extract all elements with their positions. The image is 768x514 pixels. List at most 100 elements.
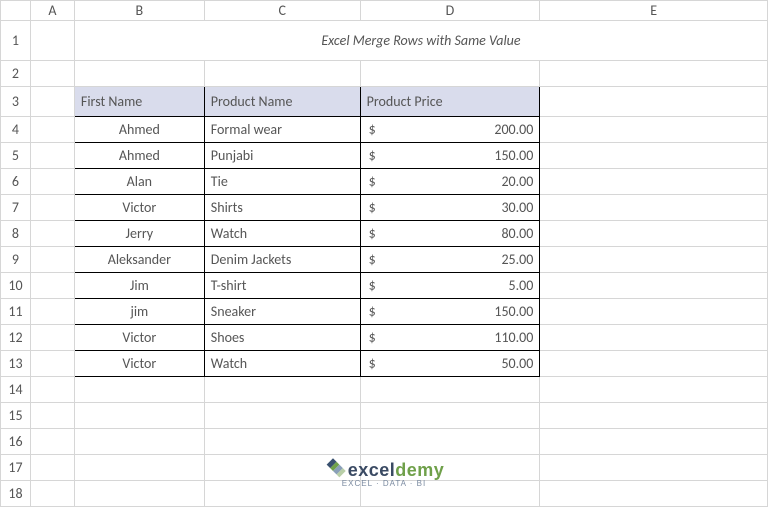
- cell-D17[interactable]: [360, 455, 540, 481]
- cell-E15[interactable]: [540, 403, 768, 429]
- cell-A1[interactable]: [30, 21, 74, 61]
- header-product-price[interactable]: Product Price: [360, 87, 540, 117]
- cell-E8[interactable]: [540, 221, 768, 247]
- cell-product-name[interactable]: Watch: [204, 221, 360, 247]
- cell-A8[interactable]: [30, 221, 74, 247]
- cell-E6[interactable]: [540, 169, 768, 195]
- row-header-16[interactable]: 16: [1, 429, 31, 455]
- cell-product-price[interactable]: $110.00: [360, 325, 540, 351]
- cell-A3[interactable]: [30, 87, 74, 117]
- cell-product-price[interactable]: $5.00: [360, 273, 540, 299]
- row-header-3[interactable]: 3: [1, 87, 31, 117]
- cell-C14[interactable]: [204, 377, 360, 403]
- cell-A16[interactable]: [30, 429, 74, 455]
- row-header-13[interactable]: 13: [1, 351, 31, 377]
- cell-A18[interactable]: [30, 481, 74, 507]
- col-header-E[interactable]: E: [540, 1, 768, 21]
- cell-A13[interactable]: [30, 351, 74, 377]
- row-header-10[interactable]: 10: [1, 273, 31, 299]
- cell-product-name[interactable]: Shirts: [204, 195, 360, 221]
- spreadsheet-grid[interactable]: A B C D E 1 Excel Merge Rows with Same V…: [0, 0, 768, 507]
- cell-D16[interactable]: [360, 429, 540, 455]
- row-header-14[interactable]: 14: [1, 377, 31, 403]
- cell-first-name[interactable]: Alan: [74, 169, 204, 195]
- cell-E5[interactable]: [540, 143, 768, 169]
- select-all-corner[interactable]: [1, 1, 31, 21]
- cell-E18[interactable]: [540, 481, 768, 507]
- cell-first-name[interactable]: Ahmed: [74, 117, 204, 143]
- cell-product-price[interactable]: $25.00: [360, 247, 540, 273]
- col-header-D[interactable]: D: [360, 1, 540, 21]
- cell-A7[interactable]: [30, 195, 74, 221]
- cell-A6[interactable]: [30, 169, 74, 195]
- cell-first-name[interactable]: Victor: [74, 195, 204, 221]
- cell-A11[interactable]: [30, 299, 74, 325]
- cell-C2[interactable]: [204, 61, 360, 87]
- cell-A2[interactable]: [30, 61, 74, 87]
- cell-product-name[interactable]: Denim Jackets: [204, 247, 360, 273]
- cell-E10[interactable]: [540, 273, 768, 299]
- cell-first-name[interactable]: Jim: [74, 273, 204, 299]
- row-header-17[interactable]: 17: [1, 455, 31, 481]
- row-header-15[interactable]: 15: [1, 403, 31, 429]
- cell-D15[interactable]: [360, 403, 540, 429]
- cell-C18[interactable]: [204, 481, 360, 507]
- cell-A5[interactable]: [30, 143, 74, 169]
- cell-B14[interactable]: [74, 377, 204, 403]
- cell-B18[interactable]: [74, 481, 204, 507]
- cell-A12[interactable]: [30, 325, 74, 351]
- cell-product-price[interactable]: $150.00: [360, 143, 540, 169]
- cell-C17[interactable]: [204, 455, 360, 481]
- cell-A17[interactable]: [30, 455, 74, 481]
- cell-E13[interactable]: [540, 351, 768, 377]
- col-header-A[interactable]: A: [30, 1, 74, 21]
- row-header-6[interactable]: 6: [1, 169, 31, 195]
- cell-product-price[interactable]: $50.00: [360, 351, 540, 377]
- cell-B15[interactable]: [74, 403, 204, 429]
- cell-A10[interactable]: [30, 273, 74, 299]
- row-header-18[interactable]: 18: [1, 481, 31, 507]
- row-header-7[interactable]: 7: [1, 195, 31, 221]
- cell-B17[interactable]: [74, 455, 204, 481]
- cell-E17[interactable]: [540, 455, 768, 481]
- cell-product-name[interactable]: T-shirt: [204, 273, 360, 299]
- cell-A9[interactable]: [30, 247, 74, 273]
- row-header-9[interactable]: 9: [1, 247, 31, 273]
- cell-E2[interactable]: [540, 61, 768, 87]
- row-header-1[interactable]: 1: [1, 21, 31, 61]
- row-header-2[interactable]: 2: [1, 61, 31, 87]
- cell-B16[interactable]: [74, 429, 204, 455]
- row-header-4[interactable]: 4: [1, 117, 31, 143]
- cell-product-name[interactable]: Watch: [204, 351, 360, 377]
- cell-product-name[interactable]: Tie: [204, 169, 360, 195]
- cell-C15[interactable]: [204, 403, 360, 429]
- cell-E12[interactable]: [540, 325, 768, 351]
- cell-first-name[interactable]: Ahmed: [74, 143, 204, 169]
- cell-E9[interactable]: [540, 247, 768, 273]
- col-header-C[interactable]: C: [204, 1, 360, 21]
- row-header-11[interactable]: 11: [1, 299, 31, 325]
- cell-product-name[interactable]: Shoes: [204, 325, 360, 351]
- cell-product-name[interactable]: Punjabi: [204, 143, 360, 169]
- row-header-12[interactable]: 12: [1, 325, 31, 351]
- cell-A4[interactable]: [30, 117, 74, 143]
- cell-E16[interactable]: [540, 429, 768, 455]
- cell-E11[interactable]: [540, 299, 768, 325]
- cell-E7[interactable]: [540, 195, 768, 221]
- cell-C16[interactable]: [204, 429, 360, 455]
- cell-first-name[interactable]: Aleksander: [74, 247, 204, 273]
- cell-product-price[interactable]: $150.00: [360, 299, 540, 325]
- cell-product-price[interactable]: $30.00: [360, 195, 540, 221]
- cell-first-name[interactable]: jim: [74, 299, 204, 325]
- row-header-5[interactable]: 5: [1, 143, 31, 169]
- cell-product-price[interactable]: $20.00: [360, 169, 540, 195]
- cell-first-name[interactable]: Jerry: [74, 221, 204, 247]
- col-header-B[interactable]: B: [74, 1, 204, 21]
- cell-product-price[interactable]: $80.00: [360, 221, 540, 247]
- row-header-8[interactable]: 8: [1, 221, 31, 247]
- cell-A14[interactable]: [30, 377, 74, 403]
- title-cell[interactable]: Excel Merge Rows with Same Value: [74, 21, 767, 61]
- cell-product-name[interactable]: Sneaker: [204, 299, 360, 325]
- cell-D2[interactable]: [360, 61, 540, 87]
- cell-D18[interactable]: [360, 481, 540, 507]
